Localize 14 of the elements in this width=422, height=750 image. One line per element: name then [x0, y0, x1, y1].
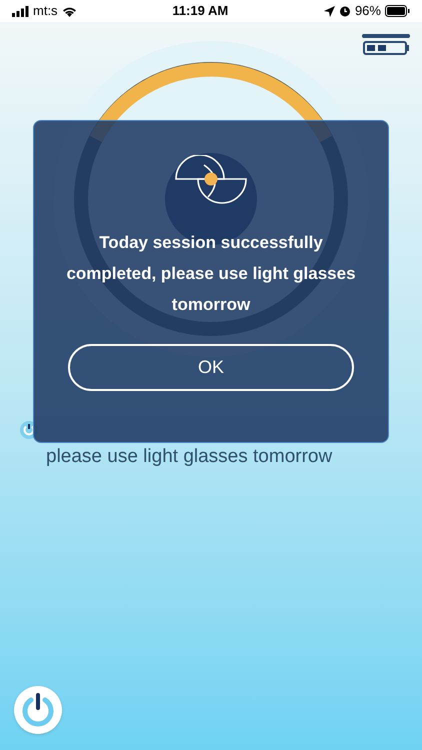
dialog-message: Today session successfully completed, please use light glasses tomorrow: [65, 232, 357, 316]
battery-icon: [384, 5, 410, 17]
battery-percent: 96%: [354, 2, 381, 20]
signal-icon: [12, 6, 29, 16]
location-arrow-icon: [324, 6, 335, 16]
wifi-icon: [62, 6, 77, 16]
power-button[interactable]: [14, 686, 62, 734]
ok-button[interactable]: OK: [68, 344, 354, 391]
carrier-name: mt:s: [33, 2, 58, 20]
session-message: please use light glasses tomorrow: [46, 445, 332, 469]
eye-logo-icon: [174, 155, 248, 205]
alarm-clock-icon: [338, 5, 351, 17]
clock-time: 11:19 AM: [172, 2, 228, 20]
device-battery-icon[interactable]: [362, 34, 410, 55]
